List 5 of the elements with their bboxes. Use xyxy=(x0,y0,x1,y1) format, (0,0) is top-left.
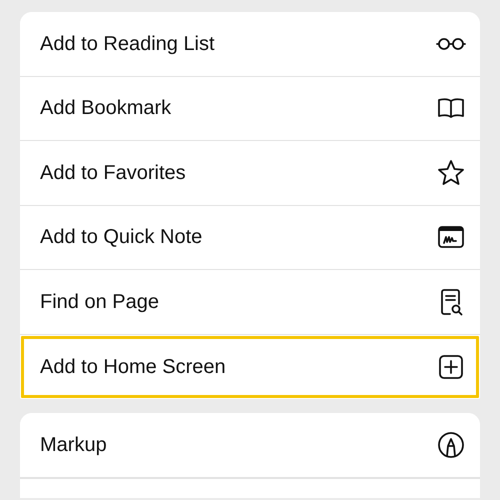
star-icon xyxy=(436,158,466,188)
menu-item[interactable]: Add to Reading List xyxy=(20,12,480,76)
menu-item[interactable]: Add to Home Screen xyxy=(20,334,480,399)
pen-circle-icon xyxy=(436,430,466,460)
menu-item[interactable]: Markup xyxy=(20,413,480,478)
